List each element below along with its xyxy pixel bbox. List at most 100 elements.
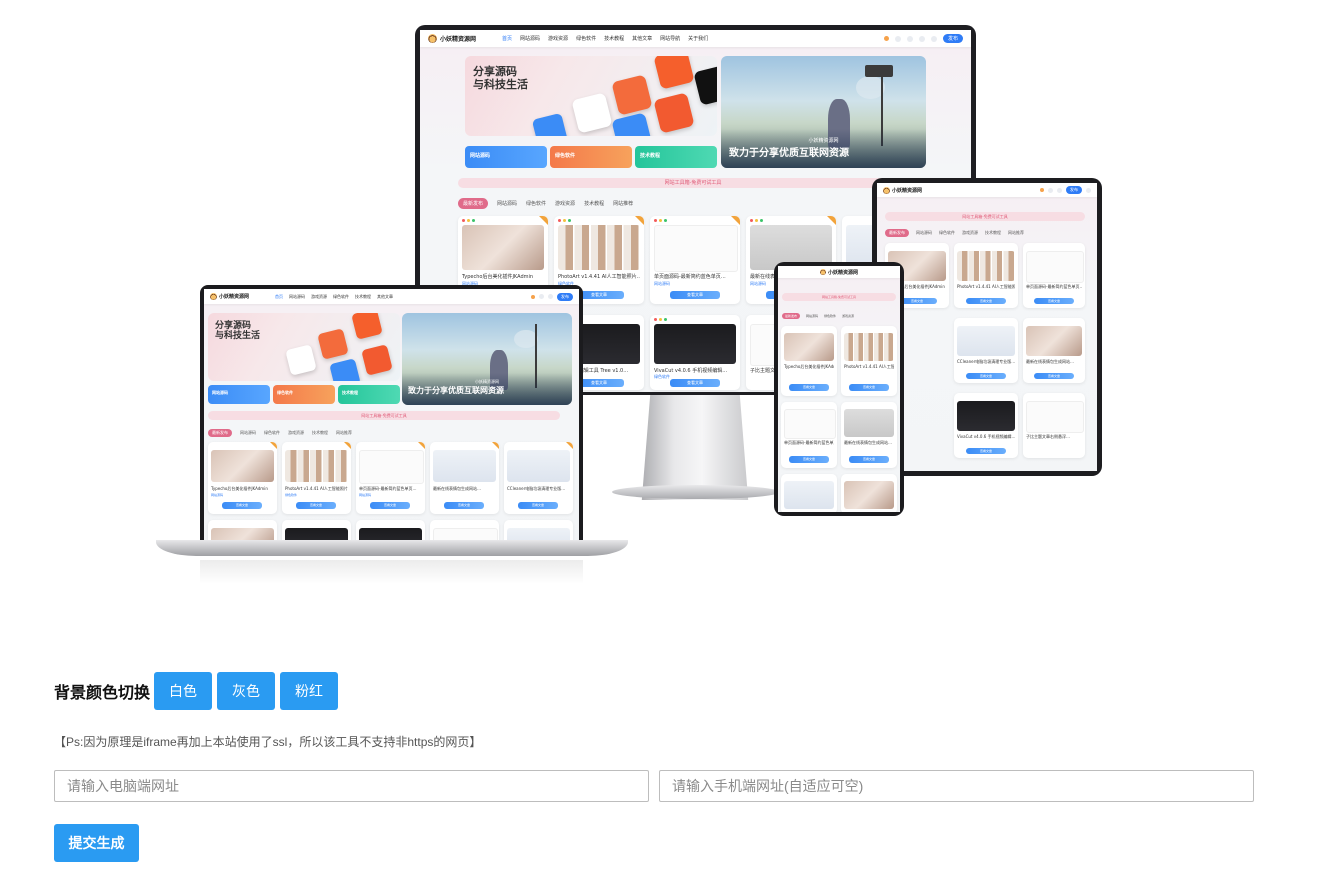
nav-tutorial[interactable]: 技术教程 [604, 35, 624, 42]
home-icon[interactable] [531, 294, 535, 299]
card-view-button[interactable]: 查看文章 [789, 456, 829, 463]
card-title[interactable]: Typecho后台美化插件JKAdmin [784, 364, 834, 370]
card-view-button[interactable]: 查看文章 [670, 379, 720, 387]
post-card[interactable]: CCleaner电脑垃圾清理专业版… 查看文章 [954, 318, 1018, 383]
bg-gray-button[interactable]: 灰色 [217, 672, 276, 710]
nav-source[interactable]: 网站源码 [289, 294, 305, 300]
notice-bar[interactable]: 网站工具箱-免费可试工具 [208, 411, 560, 420]
card-view-button[interactable]: 查看文章 [1034, 298, 1074, 304]
tab-tutorial[interactable]: 技术教程 [584, 200, 604, 207]
card-view-button[interactable]: 查看文章 [518, 502, 558, 509]
card-title[interactable]: PhotoArt v1.4.41 AI人工智能照片… [285, 486, 348, 492]
nav-about[interactable]: 关于我们 [688, 35, 708, 42]
post-card[interactable]: CCleaner电脑垃圾清理专业版… 查看文章 [504, 442, 573, 514]
search-icon[interactable] [894, 35, 901, 42]
card-title[interactable]: VivaCut v4.0.6 手机视频编辑… [654, 367, 736, 374]
card-view-button[interactable]: 查看文章 [222, 502, 262, 509]
mobile-url-input[interactable] [659, 770, 1254, 802]
tab-latest[interactable]: 最新发布 [782, 313, 801, 319]
card-title[interactable]: CCleaner电脑垃圾清理专业版… [507, 486, 570, 492]
search-icon[interactable] [1048, 187, 1053, 193]
theme-icon[interactable] [906, 35, 913, 42]
tab-recommend[interactable]: 网站推荐 [613, 200, 633, 207]
card-tag[interactable]: 网站源码 [654, 281, 670, 287]
post-card[interactable]: 最新在线表情包生成网站… 查看文章 [1023, 318, 1085, 383]
card-view-button[interactable]: 查看文章 [670, 291, 720, 299]
post-card[interactable]: PhotoArt v1.4.41 AI人工智能照片… 绿色软件 查看文章 [282, 442, 351, 514]
tab-source[interactable]: 网站源码 [916, 230, 932, 236]
tab-tutorial[interactable]: 技术教程 [985, 230, 1001, 236]
tab-recommend[interactable]: 网站推荐 [336, 430, 352, 436]
nav-articles[interactable]: 其他文章 [377, 294, 393, 300]
card-view-button[interactable]: 查看文章 [370, 502, 410, 509]
tab-games[interactable]: 游戏资源 [962, 230, 978, 236]
bell-icon[interactable] [918, 35, 925, 42]
card-view-button[interactable]: 查看文章 [296, 502, 336, 509]
post-card[interactable]: 单页面源码-最新简约蓝色单页… 网站源码 查看文章 [650, 216, 740, 304]
post-card[interactable]: VivaCut v4.0.6 手机视频编辑… 绿色软件 查看文章 [650, 315, 740, 390]
card-title[interactable]: 最新在线表情包生成网站… [433, 486, 496, 492]
card-title[interactable]: VivaCut v4.0.6 手机视频编辑… [957, 434, 1015, 440]
tab-source[interactable]: 网站源码 [240, 430, 256, 436]
tab-games[interactable]: 游戏资源 [842, 314, 854, 318]
card-title[interactable]: PhotoArt v1.4.41 AI人工智能照片… [844, 364, 894, 370]
card-tag[interactable]: 网站源码 [211, 493, 223, 497]
post-card[interactable]: Typecho后台美化插件JKAdmin 网站源码 查看文章 [208, 442, 277, 514]
card-tag[interactable]: 绿色软件 [654, 374, 670, 380]
card-view-button[interactable]: 查看文章 [1034, 373, 1074, 379]
card-view-button[interactable]: 查看文章 [789, 384, 829, 391]
tab-games[interactable]: 游戏资源 [288, 430, 304, 436]
card-title[interactable]: 子比主题文章右侧悬浮… [1026, 434, 1082, 440]
card-view-button[interactable]: 查看文章 [444, 502, 484, 509]
card-title[interactable]: PhotoArt v1.4.41 AI人工智能照片… [558, 273, 640, 280]
card-view-button[interactable]: 查看文章 [966, 298, 1006, 304]
nav-software[interactable]: 绿色软件 [333, 294, 349, 300]
post-card[interactable]: 子比主题文章右侧悬浮… [1023, 393, 1085, 458]
card-title[interactable]: 单页面源码-最新简约蓝色单页… [784, 440, 834, 446]
nav-home[interactable]: 首页 [275, 294, 283, 300]
post-card[interactable] [841, 474, 897, 512]
theme-icon[interactable] [1057, 187, 1062, 193]
search-icon[interactable] [539, 294, 544, 299]
site-logo[interactable]: 小妖精资源网 [210, 293, 249, 300]
post-button[interactable]: 发布 [557, 292, 573, 301]
nav-home[interactable]: 首页 [502, 35, 512, 42]
quick-button-tutorial[interactable]: 技术教程 [635, 146, 717, 168]
card-title[interactable]: CCleaner电脑垃圾清理专业版… [957, 359, 1015, 365]
site-logo[interactable]: 小妖精资源网 [883, 186, 922, 194]
notice-bar[interactable]: 网站工具箱-免费可试工具 [782, 293, 896, 301]
menu-icon[interactable] [1086, 187, 1091, 193]
submit-button[interactable]: 提交生成 [54, 824, 139, 862]
post-card[interactable] [208, 520, 277, 540]
post-card[interactable]: 单页面源码-最新简约蓝色单页… 查看文章 [1023, 243, 1085, 308]
tab-tutorial[interactable]: 技术教程 [312, 430, 328, 436]
card-title[interactable]: 单页面源码-最新简约蓝色单页… [654, 273, 736, 280]
card-view-button[interactable]: 查看文章 [966, 448, 1006, 454]
card-title[interactable]: 最新在线表情包生成网站… [844, 440, 894, 446]
post-card[interactable]: PhotoArt v1.4.41 AI人工智能照片… 查看文章 [954, 243, 1018, 308]
tab-latest[interactable]: 最新发布 [458, 198, 489, 209]
tab-software[interactable]: 绿色软件 [939, 230, 955, 236]
card-title[interactable]: 最新在线表情包生成网站… [1026, 359, 1082, 365]
post-card[interactable]: 单页面源码-最新简约蓝色单页… 查看文章 [781, 402, 837, 468]
card-title[interactable]: Typecho后台美化插件JKAdmin [462, 273, 544, 280]
card-title[interactable]: Typecho后台美化插件JKAdmin [211, 486, 274, 492]
card-view-button[interactable]: 查看文章 [849, 384, 889, 391]
post-card[interactable] [781, 474, 837, 512]
card-title[interactable]: 单页面源码-最新简约蓝色单页… [1026, 284, 1082, 290]
quick-button-source[interactable]: 网站源码 [208, 385, 270, 404]
tab-software[interactable]: 绿色软件 [264, 430, 280, 436]
nav-games[interactable]: 游戏资源 [548, 35, 568, 42]
notice-bar[interactable]: 网站工具箱-免费可试工具 [458, 178, 928, 188]
card-title[interactable]: 单页面源码-最新简约蓝色单页… [359, 486, 422, 492]
tab-software[interactable]: 绿色软件 [824, 314, 836, 318]
tab-games[interactable]: 游戏资源 [555, 200, 575, 207]
site-logo[interactable]: 小妖精资源网 [428, 34, 476, 43]
nav-tutorial[interactable]: 技术教程 [355, 294, 371, 300]
post-card[interactable] [504, 520, 573, 540]
card-tag[interactable]: 绿色软件 [285, 493, 297, 497]
card-view-button[interactable]: 查看文章 [966, 373, 1006, 379]
tab-latest[interactable]: 最新发布 [208, 429, 232, 437]
home-icon[interactable] [1040, 188, 1044, 192]
nav-articles[interactable]: 其他文章 [632, 35, 652, 42]
